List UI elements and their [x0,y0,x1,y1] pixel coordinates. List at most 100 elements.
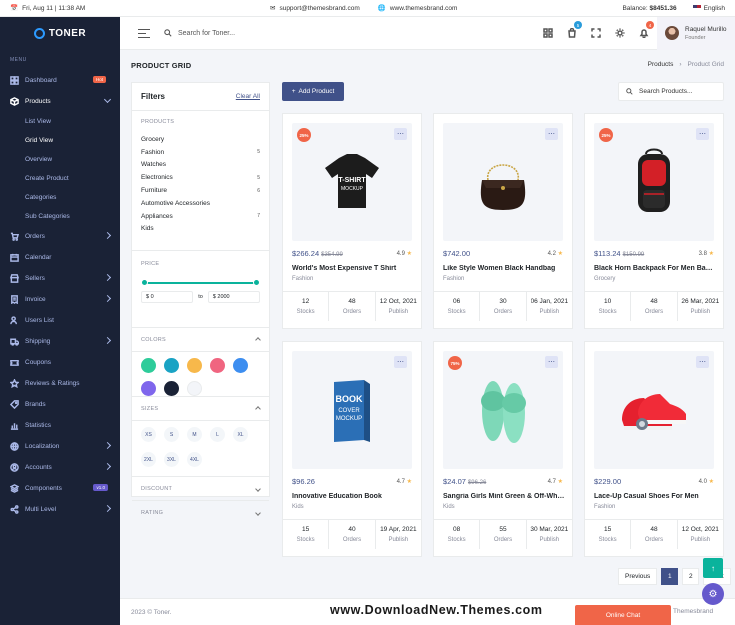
more-options-button[interactable]: ⋯ [394,356,407,368]
product-search-input[interactable]: Search Products... [639,88,692,95]
product-filter-item[interactable]: Electronics 5 [141,171,260,184]
more-options-button[interactable]: ⋯ [545,356,558,368]
sidebar-subitem-categories[interactable]: Categories [0,188,120,207]
sidebar-item-localization[interactable]: Localization [0,436,120,457]
backpack-image[interactable] [594,123,714,241]
product-card[interactable]: ⋯ $229.00 4.0 ★ Lace-Up Casual Shoes For Me… [584,341,724,557]
sidebar-subitem-overview[interactable]: Overview [0,150,120,169]
product-search[interactable]: Search Products... [618,82,724,101]
sidebar-item-brands[interactable]: Brands [0,394,120,415]
color-swatch[interactable] [164,358,179,373]
sidebar-item-orders[interactable]: Orders [0,226,120,247]
hamburger-icon[interactable] [138,28,150,38]
logo[interactable]: TONER [0,17,120,50]
handbag-image[interactable] [443,123,563,241]
size-option[interactable]: L [210,427,225,442]
slippers-image[interactable] [443,351,563,469]
product-filter-item[interactable]: Appliances 7 [141,210,260,223]
online-chat-button[interactable]: Online Chat [575,605,671,625]
sidebar-subitem-sub-categories[interactable]: Sub Categories [0,207,120,226]
sidebar-item-users-list[interactable]: Users List [0,310,120,331]
color-swatch[interactable] [141,381,156,396]
product-card[interactable]: ⋯ $742.00 4.2 ★ Like Style Women Black Hand… [433,113,573,329]
product-filter-item[interactable]: Automotive Accessories [141,197,260,210]
price-slider-min-handle[interactable] [141,279,148,286]
sun-icon[interactable] [615,28,625,38]
price-slider[interactable] [141,279,260,287]
add-product-button[interactable]: + Add Product [282,82,344,101]
color-swatch[interactable] [210,358,225,373]
sidebar-item-invoice[interactable]: Invoice [0,289,120,310]
product-card[interactable]: 25% ⋯ $113.24 $150.99 3.8 ★ Black Horn Backpa… [584,113,724,329]
product-filter-item[interactable]: Watches [141,159,260,172]
sidebar-item-dashboard[interactable]: Dashboard Hot [0,70,120,91]
previous-page-button[interactable]: Previous [618,568,658,585]
product-name[interactable]: Like Style Women Black Handbag [443,265,565,272]
product-card[interactable]: T-SHIRT MOCKUP 25% ⋯ $266.24 $354.99 4.9 ★ Worl… [282,113,422,329]
colors-accordion[interactable]: COLORS [132,328,269,352]
product-filter-item[interactable]: Kids [141,223,260,236]
more-options-button[interactable]: ⋯ [696,356,709,368]
clear-all-link[interactable]: Clear All [236,93,260,100]
size-option[interactable]: 3XL [164,452,179,467]
sidebar-item-products[interactable]: Products [0,91,120,112]
header-search[interactable]: Search for Toner... [164,29,235,37]
size-option[interactable]: M [187,427,202,442]
product-name[interactable]: World's Most Expensive T Shirt [292,265,414,272]
product-filter-item[interactable]: Grocery [141,133,260,146]
back-to-top-button[interactable]: ↑ [703,558,723,578]
sidebar-item-components[interactable]: Components v1.0 [0,478,120,499]
size-option[interactable]: XS [141,427,156,442]
price-slider-max-handle[interactable] [253,279,260,286]
product-filter-item[interactable]: Fashion 5 [141,146,260,159]
price-max-input[interactable]: $ 2000 [207,291,260,303]
color-swatch[interactable] [164,381,179,396]
tshirt-image[interactable]: T-SHIRT MOCKUP [292,123,412,241]
rating-accordion[interactable]: RATING [132,501,269,525]
breadcrumb-products[interactable]: Products [648,61,674,68]
discount-accordion[interactable]: DISCOUNT [132,477,269,501]
header-search-input[interactable]: Search for Toner... [178,30,235,37]
sidebar-item-statistics[interactable]: Statistics [0,415,120,436]
sidebar-item-calendar[interactable]: Calendar [0,247,120,268]
sidebar-item-coupons[interactable]: Coupons [0,352,120,373]
color-swatch[interactable] [141,358,156,373]
sizes-accordion[interactable]: SIZES [132,397,269,421]
cart-icon[interactable]: 5 [567,21,582,38]
sidebar-item-accounts[interactable]: Accounts [0,457,120,478]
color-swatch[interactable] [233,358,248,373]
email-link[interactable]: ✉ support@themesbrand.com [270,4,360,13]
page-1-button[interactable]: 1 [661,568,679,585]
product-name[interactable]: Lace-Up Casual Shoes For Men [594,493,716,500]
sidebar-item-reviews-ratings[interactable]: Reviews & Ratings [0,373,120,394]
product-card[interactable]: 75% ⋯ $24.07 $96.26 4.7 ★ Sangria Girls Mint … [433,341,573,557]
color-swatch[interactable] [187,381,202,396]
product-name[interactable]: Innovative Education Book [292,493,414,500]
price-min-input[interactable]: $ 0 [141,291,194,303]
apps-icon[interactable] [543,28,553,38]
more-options-button[interactable]: ⋯ [696,128,709,140]
more-options-button[interactable]: ⋯ [545,128,558,140]
sidebar-item-multi-level[interactable]: Multi Level [0,499,120,520]
language-selector[interactable]: English [692,5,725,12]
bell-icon[interactable]: 4 [639,21,654,39]
product-name[interactable]: Black Horn Backpack For Men Bags 30 L [594,265,716,272]
sidebar-subitem-grid-view[interactable]: Grid View [0,131,120,150]
sidebar-item-shipping[interactable]: Shipping [0,331,120,352]
product-card[interactable]: BOOK COVER MOCKUP ⋯ $96.26 4.7 ★ Innovative Ed… [282,341,422,557]
size-option[interactable]: XL [233,427,248,442]
settings-button[interactable]: ⚙ [702,583,724,605]
color-swatch[interactable] [187,358,202,373]
shoes-image[interactable] [594,351,714,469]
sidebar-subitem-list-view[interactable]: List View [0,112,120,131]
product-filter-item[interactable]: Furniture 6 [141,184,260,197]
fullscreen-icon[interactable] [591,28,601,38]
sidebar-item-sellers[interactable]: Sellers [0,268,120,289]
user-menu[interactable]: Raquel Murillo Founder [657,16,735,50]
sidebar-subitem-create-product[interactable]: Create Product [0,169,120,188]
website-link[interactable]: 🌐 www.themesbrand.com [378,4,458,13]
size-option[interactable]: 4XL [187,452,202,467]
book-image[interactable]: BOOK COVER MOCKUP [292,351,412,469]
product-name[interactable]: Sangria Girls Mint Green & Off-White Sol… [443,493,565,500]
size-option[interactable]: S [164,427,179,442]
